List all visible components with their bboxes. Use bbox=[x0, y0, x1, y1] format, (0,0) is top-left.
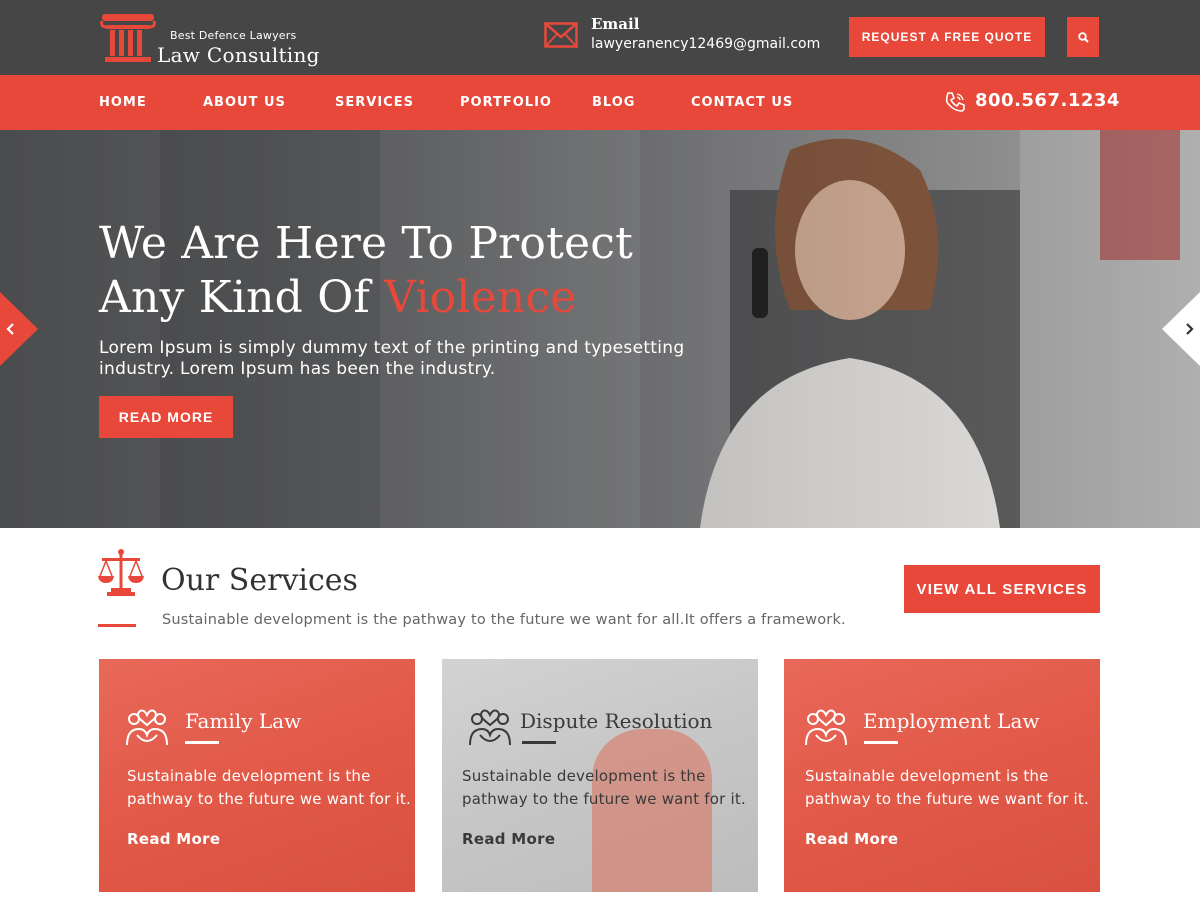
service-card-family-law[interactable]: Family Law Sustainable development is th… bbox=[99, 659, 415, 892]
services-heading: Our Services bbox=[161, 563, 358, 598]
card-title: Employment Law bbox=[863, 709, 1040, 733]
card-read-more-link[interactable]: Read More bbox=[805, 830, 898, 848]
view-all-services-button[interactable]: VIEW ALL SERVICES bbox=[904, 565, 1100, 613]
family-hearts-icon bbox=[469, 709, 511, 746]
scales-of-justice-icon bbox=[98, 549, 144, 596]
hero-title-accent: Violence bbox=[384, 272, 577, 323]
family-hearts-icon bbox=[126, 709, 168, 746]
logo-tagline: Best Defence Lawyers bbox=[170, 29, 297, 42]
phone-number: 800.567.1234 bbox=[975, 90, 1120, 111]
card-underline bbox=[185, 741, 219, 744]
hero-read-more-button[interactable]: READ MORE bbox=[99, 396, 233, 438]
hero-slider: We Are Here To Protect Any Kind Of Viole… bbox=[0, 130, 1200, 528]
card-title: Dispute Resolution bbox=[520, 709, 713, 733]
search-button[interactable] bbox=[1067, 17, 1099, 57]
nav-home[interactable]: HOME bbox=[99, 95, 147, 110]
family-hearts-icon bbox=[805, 709, 847, 746]
slider-prev-arrow[interactable] bbox=[0, 292, 38, 366]
envelope-icon bbox=[544, 22, 578, 48]
nav-contact-us[interactable]: CONTACT US bbox=[691, 95, 793, 110]
hero-title-line2: Any Kind Of Violence bbox=[99, 272, 576, 323]
site-logo[interactable]: Best Defence Lawyers Law Consulting bbox=[100, 12, 330, 68]
card-read-more-link[interactable]: Read More bbox=[462, 830, 555, 848]
card-description: Sustainable development is the pathway t… bbox=[462, 767, 746, 808]
hero-title-prefix: Any Kind Of bbox=[99, 272, 385, 323]
request-quote-button[interactable]: REQUEST A FREE QUOTE bbox=[849, 17, 1045, 57]
card-read-more-link[interactable]: Read More bbox=[127, 830, 220, 848]
nav-services[interactable]: SERVICES bbox=[335, 95, 414, 110]
main-navigation: HOME ABOUT US SERVICES PORTFOLIO BLOG CO… bbox=[0, 75, 1200, 130]
card-title: Family Law bbox=[185, 709, 302, 733]
service-card-dispute-resolution[interactable]: Dispute Resolution Sustainable developme… bbox=[442, 659, 758, 892]
hero-description: Lorem Ipsum is simply dummy text of the … bbox=[99, 338, 685, 379]
nav-blog[interactable]: BLOG bbox=[592, 95, 635, 110]
pillar-logo-icon bbox=[100, 14, 156, 62]
services-subtitle: Sustainable development is the pathway t… bbox=[162, 612, 846, 628]
top-header: Best Defence Lawyers Law Consulting Emai… bbox=[0, 0, 1200, 75]
email-label: Email bbox=[591, 15, 640, 33]
nav-portfolio[interactable]: PORTFOLIO bbox=[460, 95, 552, 110]
card-underline bbox=[522, 741, 556, 744]
services-divider bbox=[98, 624, 136, 627]
logo-name: Law Consulting bbox=[157, 43, 320, 67]
card-description: Sustainable development is the pathway t… bbox=[805, 767, 1089, 808]
slider-next-arrow[interactable] bbox=[1162, 292, 1200, 366]
search-icon bbox=[1077, 31, 1089, 43]
service-card-employment-law[interactable]: Employment Law Sustainable development i… bbox=[784, 659, 1100, 892]
email-address[interactable]: lawyeranency12469@gmail.com bbox=[591, 36, 820, 52]
phone-icon bbox=[945, 92, 965, 112]
hero-overlay bbox=[0, 130, 1200, 528]
card-underline bbox=[864, 741, 898, 744]
hero-title-line1: We Are Here To Protect bbox=[99, 218, 633, 269]
card-description: Sustainable development is the pathway t… bbox=[127, 767, 411, 808]
nav-about-us[interactable]: ABOUT US bbox=[203, 95, 286, 110]
